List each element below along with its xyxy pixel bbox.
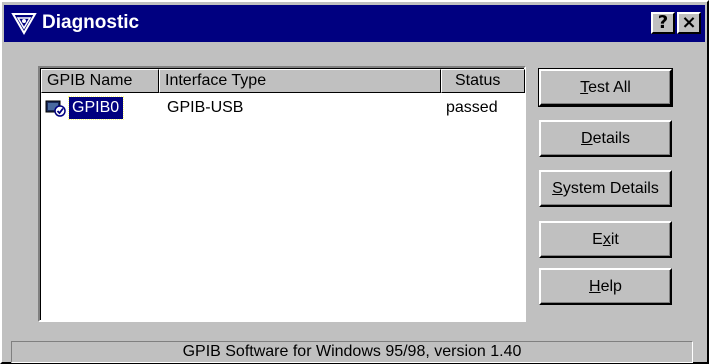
- gpib-list[interactable]: GPIB Name Interface Type Status GPIB0 GP…: [38, 66, 526, 322]
- ni-app-icon: [11, 13, 37, 35]
- interface-type-cell: GPIB-USB: [167, 99, 244, 116]
- diagnostic-window: Diagnostic ? × GPIB Name Interface Type …: [0, 0, 709, 364]
- exit-label: it: [610, 231, 619, 248]
- help-button[interactable]: Help: [539, 268, 672, 305]
- exit-button[interactable]: Exit: [539, 221, 672, 258]
- status-bar: GPIB Software for Windows 95/98, version…: [11, 341, 693, 363]
- test-all-button[interactable]: Test All: [538, 68, 673, 107]
- system-details-mnemonic: S: [552, 180, 563, 197]
- test-all-mnemonic: T: [580, 79, 589, 96]
- help-label: elp: [600, 278, 622, 295]
- status-cell: passed: [446, 99, 498, 116]
- details-mnemonic: D: [581, 130, 593, 147]
- close-button[interactable]: ×: [677, 12, 701, 34]
- system-details-label: ystem Details: [562, 180, 659, 197]
- list-item[interactable]: GPIB0 GPIB-USB passed: [41, 96, 525, 120]
- gpib-board-icon: [45, 100, 66, 117]
- column-header-status[interactable]: Status: [441, 69, 525, 93]
- system-details-button[interactable]: System Details: [539, 170, 672, 207]
- column-header-gpib-name[interactable]: GPIB Name: [41, 69, 159, 93]
- gpib-name-cell[interactable]: GPIB0: [67, 96, 125, 120]
- test-all-label: est All: [588, 79, 631, 96]
- exit-mnemonic: x: [602, 231, 611, 248]
- list-viewport: GPIB Name Interface Type Status GPIB0 GP…: [40, 68, 525, 320]
- help-title-button[interactable]: ?: [651, 12, 675, 34]
- window-title: Diagnostic: [42, 12, 140, 33]
- details-label: etails: [592, 130, 630, 147]
- help-mnemonic: H: [589, 278, 601, 295]
- column-header-interface-type[interactable]: Interface Type: [159, 69, 441, 93]
- details-button[interactable]: Details: [539, 120, 672, 157]
- title-bar[interactable]: Diagnostic ? ×: [4, 5, 705, 42]
- exit-prefix: E: [592, 231, 603, 248]
